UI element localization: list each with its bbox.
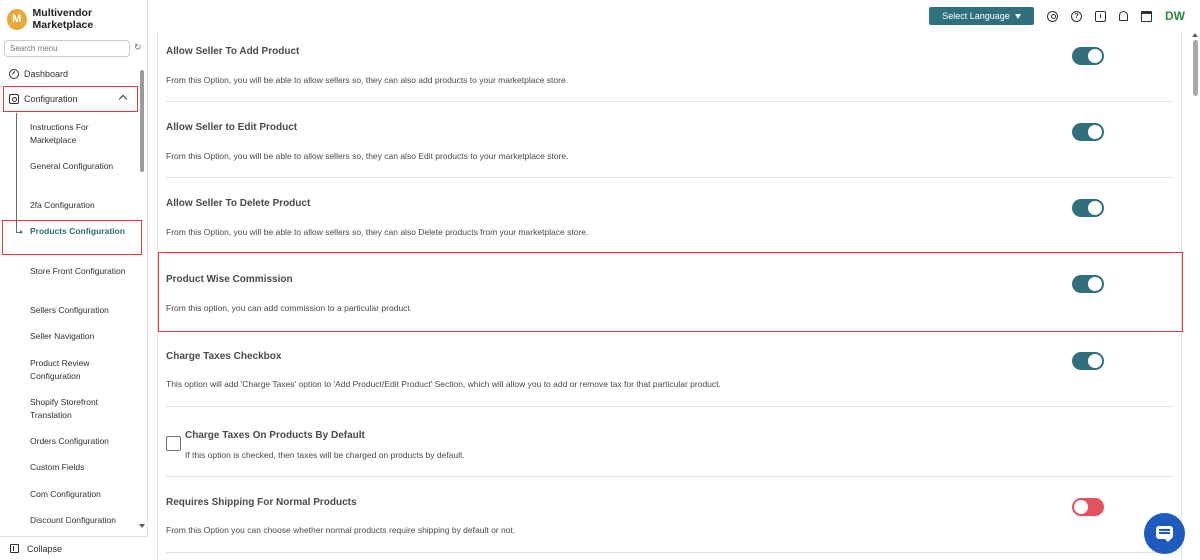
setting-title: Allow Seller To Delete Product bbox=[166, 198, 311, 209]
setting-description: From this Option you can choose whether … bbox=[166, 525, 516, 535]
scroll-up-icon[interactable] bbox=[1192, 33, 1198, 37]
sidebar-item-2fa-configuration[interactable]: 2fa Configuration bbox=[30, 199, 130, 212]
sidebar-item-sellers-configuration[interactable]: Sellers Configuration bbox=[30, 304, 130, 317]
charge-taxes-default-checkbox[interactable] bbox=[166, 436, 181, 451]
chat-button[interactable] bbox=[1144, 513, 1185, 554]
collapse-label: Collapse bbox=[27, 543, 63, 554]
sidebar-item-seller-navigation[interactable]: Seller Navigation bbox=[30, 330, 130, 343]
sidebar-item-product-review-configuration[interactable]: Product Review Configuration bbox=[30, 357, 130, 383]
sidebar-scrollbar[interactable] bbox=[140, 70, 144, 172]
help-icon[interactable]: ? bbox=[1071, 10, 1082, 22]
sidebar-item-general-configuration[interactable]: General Configuration bbox=[30, 160, 130, 173]
refresh-icon[interactable]: ↻ bbox=[134, 42, 144, 52]
setting-row-charge-taxes-default: Charge Taxes On Products By Default If t… bbox=[166, 407, 1173, 477]
collapse-button[interactable]: Collapse bbox=[0, 536, 148, 560]
sidebar-item-orders-configuration[interactable]: Orders Configuration bbox=[30, 435, 130, 448]
search-menu-input[interactable] bbox=[4, 40, 130, 57]
setting-title: Requires Shipping For Normal Products bbox=[166, 497, 357, 508]
sidebar-item-instructions[interactable]: Instructions For Marketplace bbox=[30, 121, 130, 147]
toggle-charge-taxes[interactable] bbox=[1072, 352, 1104, 370]
setting-description: If this option is checked, then taxes wi… bbox=[185, 450, 465, 460]
app-title: Multivendor Marketplace bbox=[32, 7, 94, 31]
sidebar-item-custom-fields[interactable]: Custom Fields bbox=[30, 461, 130, 474]
main-scrollbar[interactable] bbox=[1193, 40, 1198, 96]
sidebar-item-products-configuration[interactable]: Products Configuration bbox=[30, 225, 130, 238]
sidebar-item-storefront-translation[interactable]: Shopify Storefront Translation bbox=[30, 396, 130, 422]
store-icon[interactable] bbox=[1141, 10, 1152, 22]
toggle-requires-shipping[interactable] bbox=[1072, 498, 1104, 516]
sidebar-item-discount-configuration[interactable]: Discount Configuration bbox=[30, 514, 130, 536]
avatar[interactable]: DW bbox=[1165, 9, 1185, 23]
setting-row-delete-product: Allow Seller To Delete Product From this… bbox=[166, 178, 1173, 254]
setting-description: This option will add 'Charge Taxes' opti… bbox=[166, 379, 721, 389]
setting-row-charge-taxes-checkbox: Charge Taxes Checkbox This option will a… bbox=[166, 332, 1173, 407]
sidebar-item-label: Dashboard bbox=[24, 69, 69, 79]
chevron-up-icon bbox=[118, 94, 128, 104]
toggle-edit-product[interactable] bbox=[1072, 123, 1104, 141]
tree-line bbox=[16, 113, 17, 232]
scroll-down-icon[interactable] bbox=[139, 524, 145, 528]
top-actions: Select Language ? DW bbox=[929, 6, 1185, 26]
setting-description: From this Option, you will be able to al… bbox=[166, 227, 589, 237]
setting-row-requires-shipping: Requires Shipping For Normal Products Fr… bbox=[166, 477, 1173, 553]
sidebar-item-label: Configuration bbox=[24, 94, 78, 104]
setting-title: Allow Seller to Edit Product bbox=[166, 122, 298, 133]
sidebar-item-com-configuration[interactable]: Com Configuration bbox=[30, 488, 130, 501]
setting-row-add-product: Allow Seller To Add Product From this Op… bbox=[166, 32, 1173, 102]
highlight-box bbox=[158, 252, 1183, 332]
sidebar-item-configuration[interactable]: Configuration bbox=[3, 86, 138, 112]
bell-icon[interactable] bbox=[1119, 11, 1128, 21]
user-circle-icon[interactable] bbox=[1047, 10, 1058, 22]
sidebar: M Multivendor Marketplace ↻ Dashboard Co… bbox=[0, 0, 148, 560]
chat-bubble-icon bbox=[1156, 526, 1173, 542]
collapse-icon bbox=[10, 544, 19, 553]
select-language-label: Select Language bbox=[942, 11, 1010, 21]
dashboard-icon bbox=[9, 69, 19, 79]
toggle-delete-product[interactable] bbox=[1072, 199, 1104, 217]
setting-row-edit-product: Allow Seller to Edit Product From this O… bbox=[166, 102, 1173, 178]
setting-title: Charge Taxes Checkbox bbox=[166, 351, 282, 362]
brand-logo: M bbox=[7, 8, 27, 30]
select-language-button[interactable]: Select Language bbox=[929, 7, 1034, 25]
setting-description: From this Option, you will be able to al… bbox=[166, 75, 569, 85]
sidebar-item-dashboard[interactable]: Dashboard bbox=[9, 69, 68, 79]
message-icon[interactable] bbox=[1095, 10, 1106, 22]
setting-title: Allow Seller To Add Product bbox=[166, 46, 300, 57]
caret-down-icon bbox=[1014, 13, 1021, 19]
brand[interactable]: M Multivendor Marketplace bbox=[7, 7, 147, 31]
toggle-add-product[interactable] bbox=[1072, 47, 1104, 65]
setting-description: From this Option, you will be able to al… bbox=[166, 151, 569, 161]
gear-icon bbox=[9, 94, 19, 104]
setting-title: Charge Taxes On Products By Default bbox=[185, 430, 365, 441]
sidebar-item-store-front-configuration[interactable]: Store Front Configuration bbox=[30, 265, 130, 278]
